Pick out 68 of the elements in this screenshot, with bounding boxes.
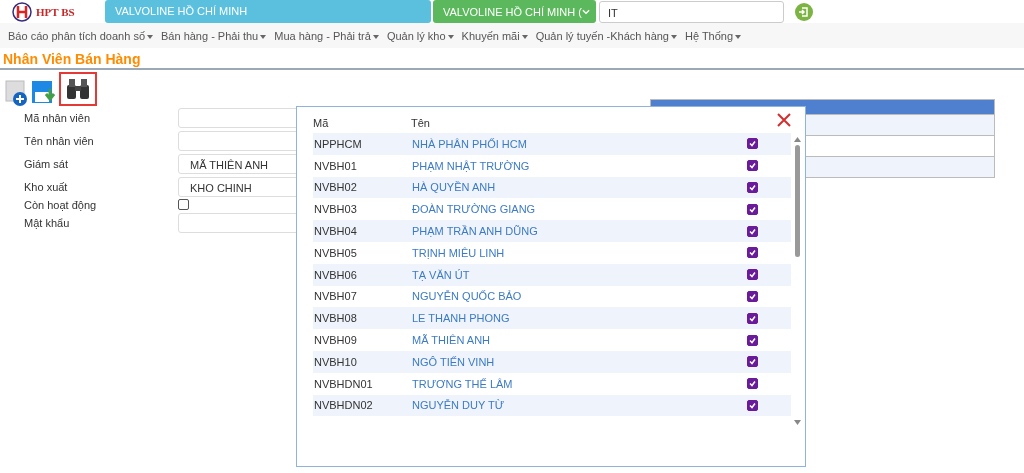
menu-item[interactable]: Quản lý kho: [382, 29, 458, 42]
checkbox[interactable]: [178, 199, 189, 210]
add-icon[interactable]: [5, 80, 29, 106]
checkbox[interactable]: [747, 378, 758, 390]
checkbox[interactable]: [747, 269, 758, 281]
code-cell-text: NVBH09: [314, 334, 358, 347]
name-link[interactable]: PHẠM NHẬT TRƯỜNG: [412, 159, 747, 172]
field-label: Còn hoạt động: [24, 198, 98, 211]
name-link[interactable]: NGÔ TIẾN VINH: [412, 355, 747, 368]
name-link[interactable]: ĐOÀN TRƯỜNG GIANG: [412, 203, 747, 216]
code-cell-text: NVBHDN01: [314, 377, 374, 390]
checkbox[interactable]: [747, 312, 758, 324]
name-link[interactable]: LE THANH PHONG: [412, 312, 747, 325]
checkbox[interactable]: [747, 182, 758, 193]
name-link[interactable]: MÃ THIÊN ANH: [412, 334, 747, 347]
checkbox[interactable]: [747, 160, 758, 172]
name-link[interactable]: TẠ VĂN ÚT: [412, 268, 747, 281]
code-cell-text: NVBH10: [314, 355, 358, 368]
menu-item[interactable]: Khuyến mãi: [457, 29, 532, 42]
code-cell-text: NVBH07: [314, 290, 358, 303]
scrollbar-thumb[interactable]: [794, 145, 800, 257]
save-icon[interactable]: [31, 80, 57, 106]
branch-select[interactable]: VALVOLINE HỒ CHÍ MINH (: [433, 0, 596, 23]
code-cell-text: NVBH02: [314, 181, 358, 194]
name-link[interactable]: NGUYỄN DUY TỪ: [412, 399, 747, 412]
code-cell-text: NPPHCM: [314, 137, 363, 150]
checkbox[interactable]: [747, 399, 758, 411]
code-cell-text: NVBH06: [314, 268, 358, 281]
name-link[interactable]: PHẠM TRẦN ANH DŨNG: [412, 225, 747, 238]
code-cell-text: NVBHDN02: [314, 399, 374, 412]
menu-item[interactable]: Báo cáo phân tích doanh số: [4, 29, 157, 42]
menu-item[interactable]: Bán hàng - Phải thu: [157, 29, 271, 42]
search-button[interactable]: [59, 72, 97, 106]
column-header: Mã: [313, 117, 330, 129]
chevron-icon: [581, 8, 590, 15]
menu-item[interactable]: Mua hàng - Phải trả: [270, 29, 383, 42]
field-label: Giám sát: [24, 157, 69, 170]
page-title: Nhân Viên Bán Hàng: [0, 50, 1024, 70]
name-link[interactable]: NHÀ PHÂN PHỐI HCM: [412, 137, 747, 150]
code-cell-text: NVBH05: [314, 246, 358, 259]
code-cell-text: NVBH04: [314, 225, 358, 238]
scroll-up-icon[interactable]: [793, 137, 801, 142]
close-icon[interactable]: [776, 112, 792, 128]
name-link[interactable]: TRỊNH MIÊU LINH: [412, 246, 747, 259]
checkbox[interactable]: [747, 203, 758, 215]
binoculars-icon: [65, 77, 91, 101]
field-label: Mã nhân viên: [24, 111, 92, 124]
column-header: Tên: [411, 117, 430, 129]
checkbox[interactable]: [747, 356, 758, 368]
field-label: Tên nhân viên: [24, 134, 95, 147]
scroll-down-icon[interactable]: [793, 420, 801, 425]
checkbox[interactable]: [747, 225, 758, 237]
user-field[interactable]: IT: [599, 0, 784, 23]
logo-text: HPT BS: [36, 5, 75, 18]
checkbox[interactable]: [747, 290, 758, 302]
code-cell-text: NVBH01: [314, 159, 358, 172]
name-link[interactable]: NGUYỄN QUỐC BẢO: [412, 290, 747, 303]
code-cell-text: NVBH08: [314, 312, 358, 325]
checkbox[interactable]: [747, 247, 758, 259]
checkbox[interactable]: [747, 334, 758, 346]
name-link[interactable]: TRƯƠNG THẾ LÂM: [412, 377, 747, 390]
field-label: Mật khẩu: [24, 216, 71, 229]
menu-item[interactable]: Hệ Thống: [681, 29, 746, 42]
field-label: Kho xuất: [24, 180, 69, 193]
checkbox[interactable]: [747, 138, 758, 150]
name-link[interactable]: HÀ QUYỀN ANH: [412, 181, 747, 194]
menu-item[interactable]: Quản lý tuyến -Khách hàng: [531, 29, 681, 42]
code-cell-text: NVBH03: [314, 203, 358, 216]
